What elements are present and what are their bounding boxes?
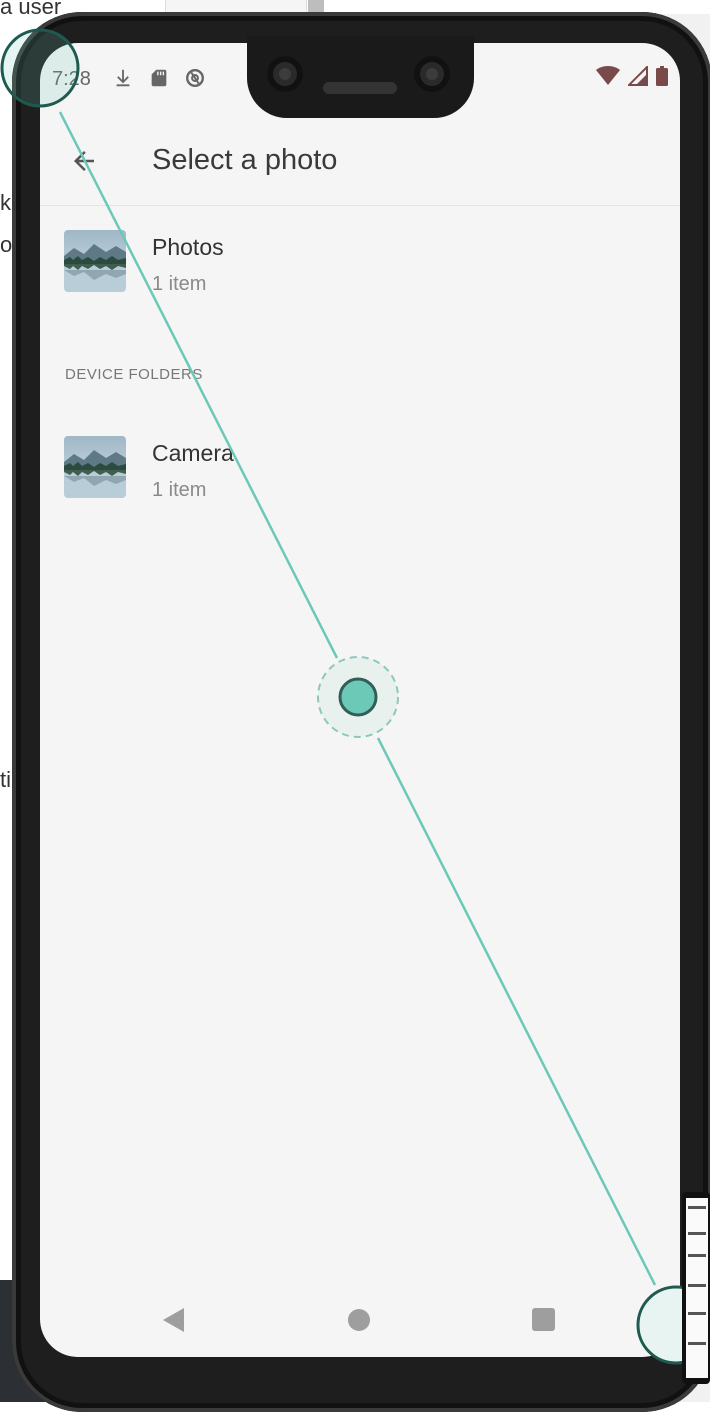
earpiece-speaker — [323, 82, 397, 94]
album-item-count: 1 item — [152, 273, 207, 295]
mini-preview-line — [688, 1312, 706, 1315]
mini-preview-content — [686, 1198, 708, 1378]
mini-preview-line — [688, 1342, 706, 1345]
data-saver-icon — [186, 69, 204, 87]
album-thumbnail — [64, 230, 126, 292]
folder-title: Camera — [152, 440, 234, 466]
mini-preview-line — [688, 1206, 706, 1209]
folder-item-count: 1 item — [152, 479, 207, 501]
section-header-device-folders: DEVICE FOLDERS — [65, 366, 203, 383]
folder-item-camera[interactable]: Camera 1 item — [40, 436, 680, 526]
back-button[interactable] — [66, 143, 102, 179]
arrow-back-icon — [74, 151, 94, 171]
nav-back-button[interactable] — [160, 1306, 188, 1334]
status-icons-left — [112, 67, 206, 89]
status-icons-right — [596, 66, 668, 86]
status-time: 7:28 — [52, 68, 91, 90]
folder-thumbnail — [64, 436, 126, 498]
nav-home-icon[interactable] — [348, 1309, 370, 1331]
front-camera-right — [414, 56, 450, 92]
album-item-photos[interactable]: Photos 1 item — [40, 230, 680, 320]
background-text-fragment: a user — [0, 0, 62, 19]
front-camera-left — [267, 56, 303, 92]
mini-preview-thumbnail[interactable] — [682, 1192, 710, 1384]
background-text-fragment: ti — [0, 767, 11, 792]
mini-preview-line — [688, 1232, 706, 1235]
background-text-fragment: o — [0, 232, 13, 257]
album-title: Photos — [152, 234, 224, 260]
signal-icon — [628, 66, 648, 86]
nav-back-icon — [163, 1308, 184, 1332]
wifi-icon — [596, 66, 620, 85]
battery-icon — [656, 66, 668, 86]
app-bar-divider — [40, 205, 680, 206]
page-title: Select a photo — [152, 144, 338, 176]
display-notch — [247, 36, 474, 118]
sd-card-icon — [151, 69, 167, 87]
download-icon — [116, 69, 130, 87]
mini-preview-line — [688, 1284, 706, 1287]
nav-recents-icon[interactable] — [532, 1308, 555, 1331]
mini-preview-line — [688, 1254, 706, 1257]
